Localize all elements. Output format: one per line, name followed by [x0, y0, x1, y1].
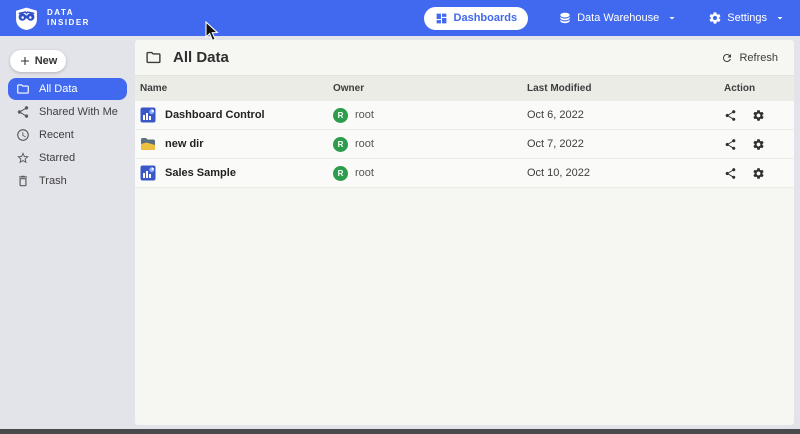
dashboards-button[interactable]: Dashboards: [424, 7, 529, 30]
dashboard-grid-icon: [435, 12, 448, 25]
table-body: Dashboard Control R root Oct 6, 2022: [135, 101, 794, 188]
owl-logo-icon: [14, 6, 39, 31]
database-icon: [558, 11, 572, 25]
clock-icon: [16, 128, 30, 142]
app-title: DATA INSIDER: [47, 8, 90, 28]
gear-icon[interactable]: [752, 109, 765, 122]
share-icon[interactable]: [724, 167, 737, 180]
sidebar-item-all-data[interactable]: All Data: [8, 78, 127, 100]
column-header-name: Name: [140, 83, 333, 94]
owner-avatar: R: [333, 137, 348, 152]
sidebar-item-label: All Data: [39, 83, 78, 95]
content-header: All Data Refresh: [135, 40, 794, 76]
settings-menu[interactable]: Settings: [708, 11, 786, 25]
sidebar-item-label: Shared With Me: [39, 106, 118, 118]
table-row[interactable]: Dashboard Control R root Oct 6, 2022: [135, 101, 794, 130]
top-navigation: Dashboards Data Warehouse Settings: [424, 7, 786, 30]
share-icon[interactable]: [724, 138, 737, 151]
sidebar: New All Data Shared With Me Recent Starr…: [0, 36, 135, 429]
sidebar-item-recent[interactable]: Recent: [8, 124, 127, 146]
file-name: new dir: [165, 138, 204, 150]
file-name: Sales Sample: [165, 167, 236, 179]
window-bottom-edge: [0, 429, 800, 434]
share-icon[interactable]: [724, 109, 737, 122]
chevron-down-icon: [666, 12, 678, 24]
folder-icon: [145, 49, 162, 66]
app-logo: DATA INSIDER: [14, 6, 90, 31]
column-header-action: Action: [724, 83, 794, 94]
last-modified: Oct 10, 2022: [527, 167, 724, 179]
last-modified: Oct 6, 2022: [527, 109, 724, 121]
share-person-icon: [16, 105, 30, 119]
owner-avatar: R: [333, 108, 348, 123]
trash-icon: [16, 174, 30, 188]
gear-icon[interactable]: [752, 167, 765, 180]
refresh-button[interactable]: Refresh: [715, 51, 784, 65]
gear-icon: [708, 11, 722, 25]
column-header-last-modified: Last Modified: [527, 83, 724, 94]
table-row[interactable]: new dir R root Oct 7, 2022: [135, 130, 794, 159]
sidebar-item-label: Trash: [39, 175, 67, 187]
file-name: Dashboard Control: [165, 109, 265, 121]
sidebar-item-label: Starred: [39, 152, 75, 164]
dashboard-file-icon: [140, 107, 156, 123]
sidebar-item-shared-with-me[interactable]: Shared With Me: [8, 101, 127, 123]
sidebar-menu: All Data Shared With Me Recent Starred T…: [0, 78, 135, 192]
last-modified: Oct 7, 2022: [527, 138, 724, 150]
star-icon: [16, 151, 30, 165]
sidebar-item-trash[interactable]: Trash: [8, 170, 127, 192]
app-header: DATA INSIDER Dashboards Data Warehouse: [0, 0, 800, 36]
folder-file-icon: [140, 136, 156, 152]
new-button[interactable]: New: [10, 50, 66, 72]
owner-name: root: [355, 109, 374, 121]
column-header-owner: Owner: [333, 83, 527, 94]
data-warehouse-menu[interactable]: Data Warehouse: [558, 11, 678, 25]
table-header-row: Name Owner Last Modified Action: [135, 76, 794, 101]
page-title: All Data: [173, 49, 229, 66]
refresh-icon: [721, 52, 733, 64]
main-content: All Data Refresh Name Owner Last Modifie…: [135, 40, 794, 425]
table-row[interactable]: Sales Sample R root Oct 10, 2022: [135, 159, 794, 188]
dashboard-file-icon: [140, 165, 156, 181]
sidebar-item-starred[interactable]: Starred: [8, 147, 127, 169]
owner-avatar: R: [333, 166, 348, 181]
sidebar-item-label: Recent: [39, 129, 74, 141]
owner-name: root: [355, 167, 374, 179]
owner-name: root: [355, 138, 374, 150]
chevron-down-icon: [774, 12, 786, 24]
folder-icon: [16, 82, 30, 96]
plus-icon: [19, 55, 31, 67]
gear-icon[interactable]: [752, 138, 765, 151]
